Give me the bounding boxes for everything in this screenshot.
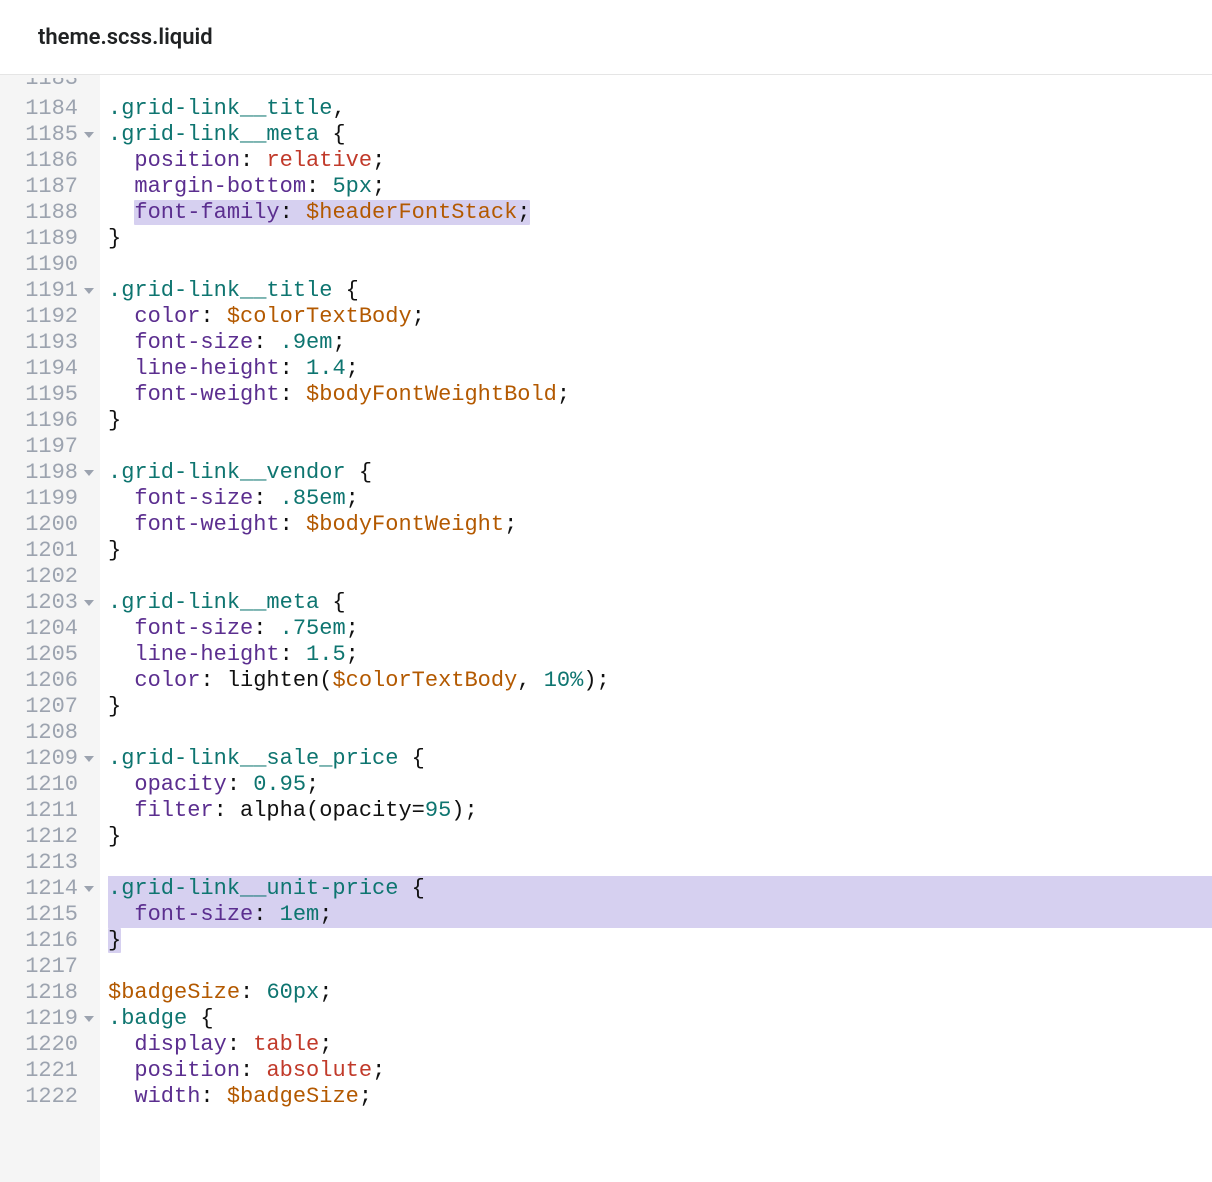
fold-toggle-icon[interactable]: [84, 288, 94, 294]
line-number-gutter: 1183118411851186118711881189119011911192…: [0, 75, 100, 1182]
code-line[interactable]: }: [108, 538, 1212, 564]
highlighted-text: }: [108, 928, 121, 953]
code-area[interactable]: .grid-link__title,.grid-link__meta { pos…: [100, 75, 1212, 1182]
fold-toggle-icon[interactable]: [84, 600, 94, 606]
code-line[interactable]: font-size: .85em;: [108, 486, 1212, 512]
code-line[interactable]: }: [108, 928, 1212, 954]
code-line[interactable]: .grid-link__meta {: [108, 122, 1212, 148]
code-line[interactable]: .badge {: [108, 1006, 1212, 1032]
code-line[interactable]: color: lighten($colorTextBody, 10%);: [108, 668, 1212, 694]
line-number: 1217: [0, 954, 100, 980]
code-line[interactable]: .grid-link__sale_price {: [108, 746, 1212, 772]
code-line[interactable]: }: [108, 694, 1212, 720]
line-number: 1222: [0, 1084, 100, 1110]
line-number: 1220: [0, 1032, 100, 1058]
code-line[interactable]: font-size: 1em;: [108, 902, 1212, 928]
line-number: 1190: [0, 252, 100, 278]
code-line[interactable]: font-size: .75em;: [108, 616, 1212, 642]
code-line[interactable]: opacity: 0.95;: [108, 772, 1212, 798]
code-line[interactable]: .grid-link__meta {: [108, 590, 1212, 616]
code-line[interactable]: filter: alpha(opacity=95);: [108, 798, 1212, 824]
line-number: 1203: [0, 590, 100, 616]
line-number: 1198: [0, 460, 100, 486]
fold-toggle-icon[interactable]: [84, 886, 94, 892]
line-number: 1196: [0, 408, 100, 434]
code-line[interactable]: }: [108, 824, 1212, 850]
code-line[interactable]: line-height: 1.4;: [108, 356, 1212, 382]
code-line[interactable]: $badgeSize: 60px;: [108, 980, 1212, 1006]
line-number: 1210: [0, 772, 100, 798]
line-number: 1192: [0, 304, 100, 330]
line-number: 1214: [0, 876, 100, 902]
line-number: 1187: [0, 174, 100, 200]
code-line[interactable]: line-height: 1.5;: [108, 642, 1212, 668]
code-line[interactable]: .grid-link__title,: [108, 96, 1212, 122]
line-number: 1204: [0, 616, 100, 642]
line-number: 1195: [0, 382, 100, 408]
code-line[interactable]: [108, 564, 1212, 590]
line-number: 1199: [0, 486, 100, 512]
line-number: 1212: [0, 824, 100, 850]
code-line[interactable]: color: $colorTextBody;: [108, 304, 1212, 330]
line-number: 1188: [0, 200, 100, 226]
line-number: 1205: [0, 642, 100, 668]
line-number: 1191: [0, 278, 100, 304]
line-number: 1206: [0, 668, 100, 694]
code-line[interactable]: font-family: $headerFontStack;: [108, 200, 1212, 226]
code-line[interactable]: position: absolute;: [108, 1058, 1212, 1084]
code-line[interactable]: [108, 850, 1212, 876]
code-line[interactable]: [108, 720, 1212, 746]
line-number: 1184: [0, 96, 100, 122]
line-number: 1197: [0, 434, 100, 460]
code-line[interactable]: position: relative;: [108, 148, 1212, 174]
code-line[interactable]: font-weight: $bodyFontWeightBold;: [108, 382, 1212, 408]
code-line[interactable]: .grid-link__vendor {: [108, 460, 1212, 486]
fold-toggle-icon[interactable]: [84, 470, 94, 476]
code-line[interactable]: width: $badgeSize;: [108, 1084, 1212, 1110]
code-line[interactable]: }: [108, 408, 1212, 434]
line-number: 1193: [0, 330, 100, 356]
line-number: 1221: [0, 1058, 100, 1084]
fold-toggle-icon[interactable]: [84, 1016, 94, 1022]
line-number: 1209: [0, 746, 100, 772]
code-line[interactable]: .grid-link__title {: [108, 278, 1212, 304]
code-editor[interactable]: 1183118411851186118711881189119011911192…: [0, 75, 1212, 1182]
file-tab[interactable]: theme.scss.liquid: [38, 25, 213, 50]
line-number: 1186: [0, 148, 100, 174]
line-number: 1202: [0, 564, 100, 590]
code-line[interactable]: margin-bottom: 5px;: [108, 174, 1212, 200]
line-number: 1213: [0, 850, 100, 876]
code-line[interactable]: [108, 434, 1212, 460]
code-line[interactable]: [108, 954, 1212, 980]
highlighted-text: font-family: $headerFontStack;: [134, 200, 530, 225]
line-number: 1215: [0, 902, 100, 928]
line-number: 1208: [0, 720, 100, 746]
code-line[interactable]: font-weight: $bodyFontWeight;: [108, 512, 1212, 538]
line-number: 1183: [0, 78, 100, 96]
code-line[interactable]: font-size: .9em;: [108, 330, 1212, 356]
fold-toggle-icon[interactable]: [84, 132, 94, 138]
code-line[interactable]: }: [108, 226, 1212, 252]
line-number: 1200: [0, 512, 100, 538]
line-number: 1201: [0, 538, 100, 564]
code-line[interactable]: [108, 78, 1212, 96]
line-number: 1216: [0, 928, 100, 954]
line-number: 1211: [0, 798, 100, 824]
line-number: 1189: [0, 226, 100, 252]
line-number: 1194: [0, 356, 100, 382]
tab-bar: theme.scss.liquid: [0, 0, 1212, 75]
line-number: 1185: [0, 122, 100, 148]
line-number: 1219: [0, 1006, 100, 1032]
line-number: 1207: [0, 694, 100, 720]
line-number: 1218: [0, 980, 100, 1006]
code-line[interactable]: display: table;: [108, 1032, 1212, 1058]
fold-toggle-icon[interactable]: [84, 756, 94, 762]
code-line[interactable]: [108, 252, 1212, 278]
code-line[interactable]: .grid-link__unit-price {: [108, 876, 1212, 902]
